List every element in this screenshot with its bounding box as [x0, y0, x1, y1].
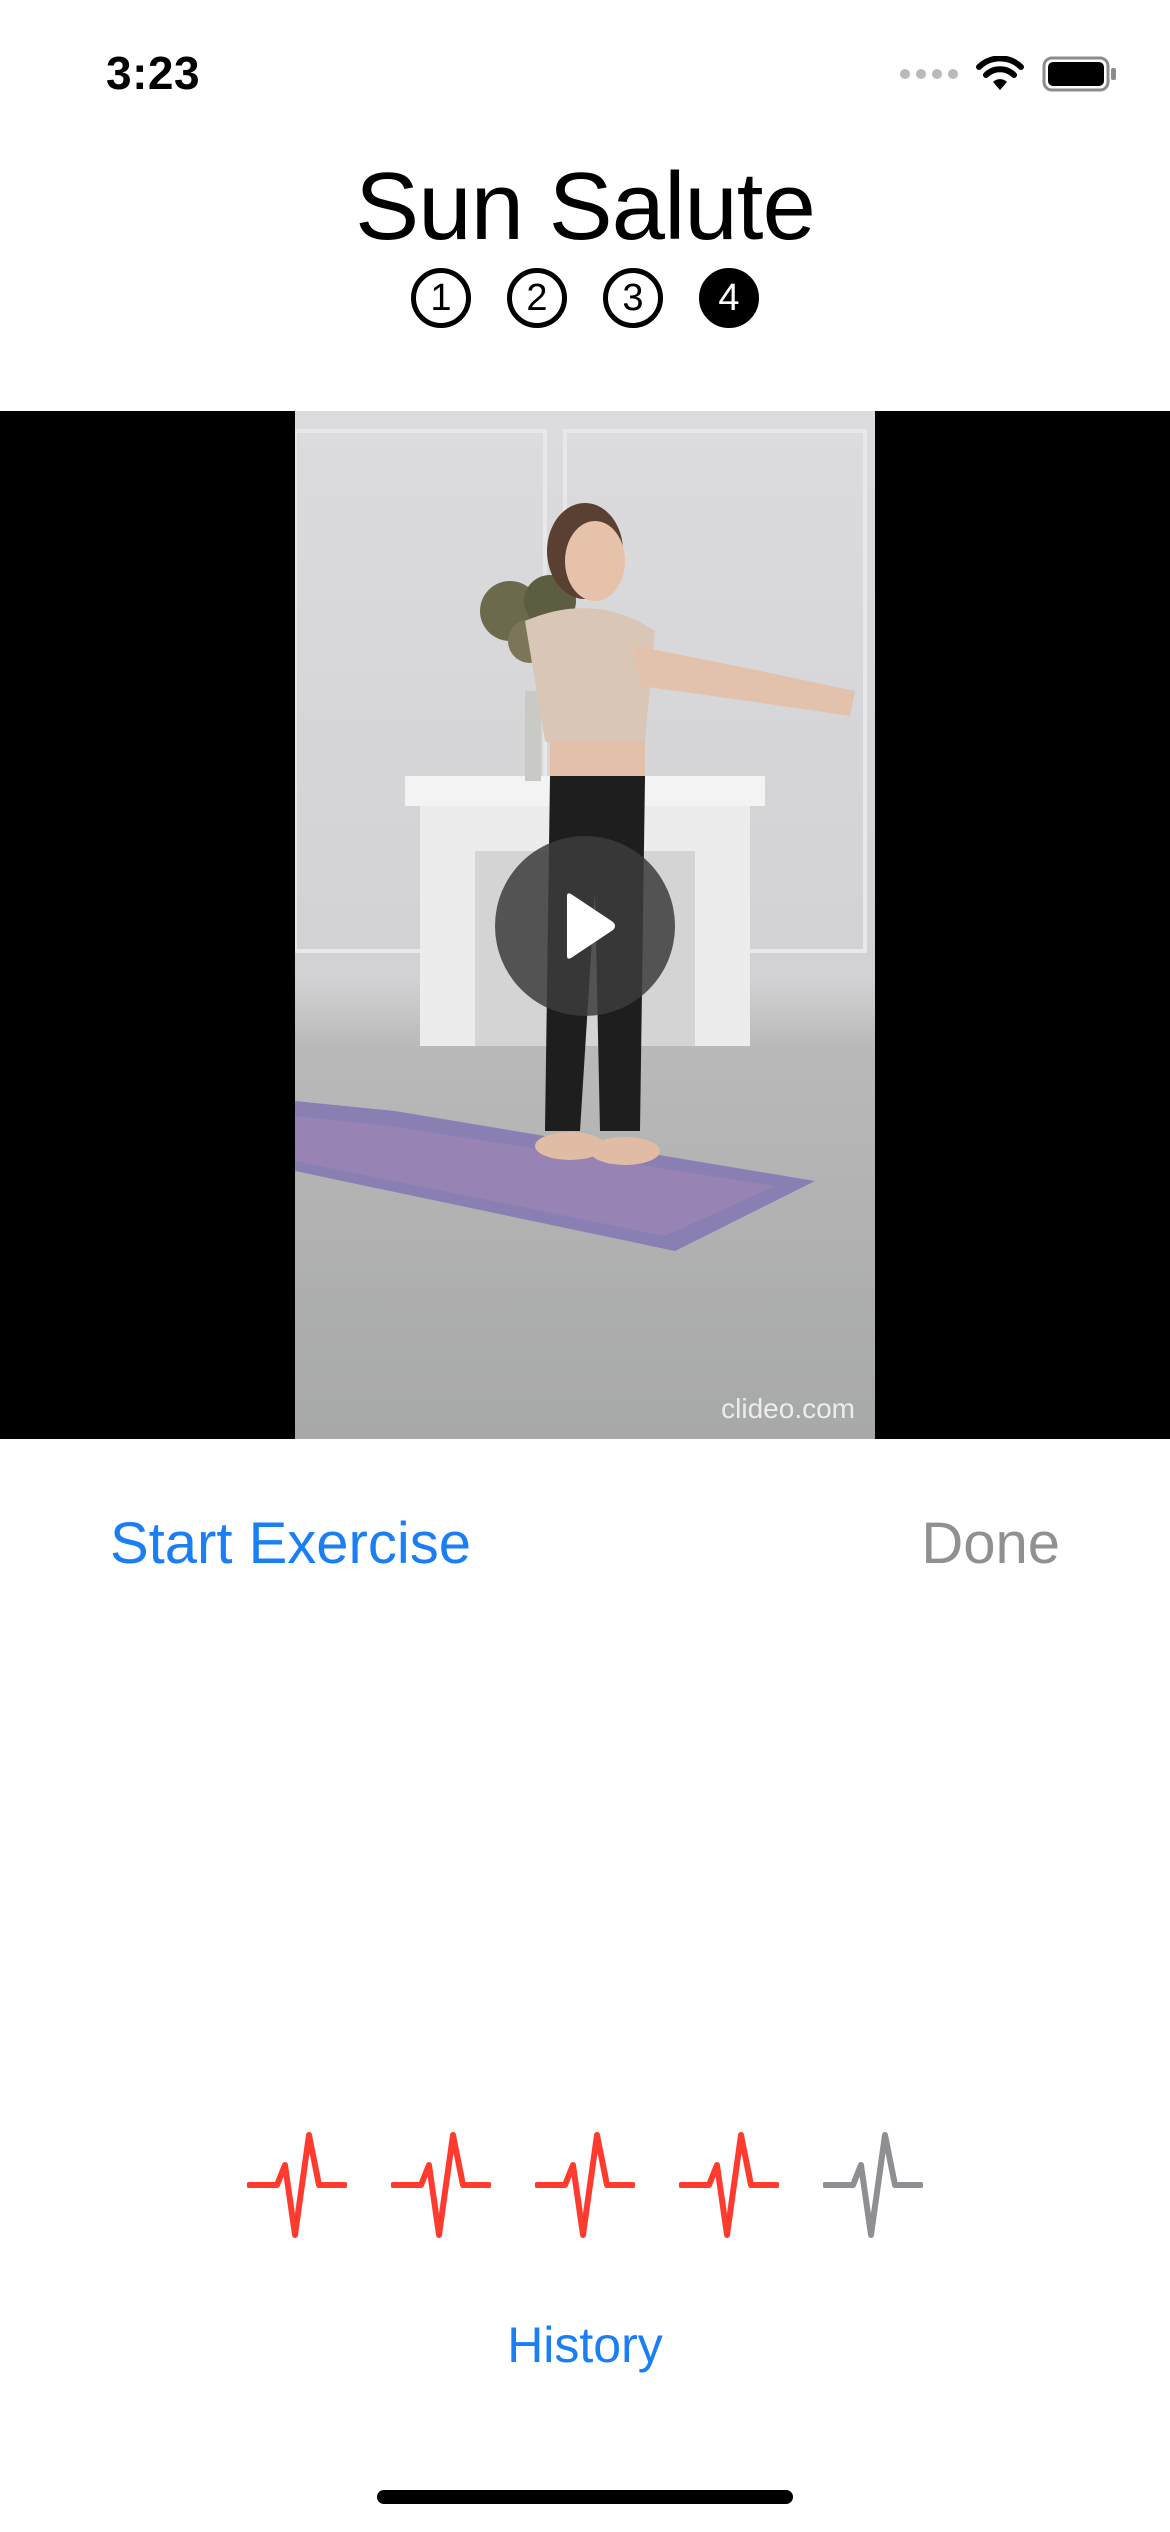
step-4-indicator[interactable]: 4 — [699, 268, 759, 328]
step-2-indicator[interactable]: 2 — [507, 268, 567, 328]
start-exercise-button[interactable]: Start Exercise — [110, 1510, 471, 1577]
rating-control[interactable] — [0, 2130, 1170, 2240]
home-indicator — [377, 2490, 793, 2504]
wifi-icon — [976, 56, 1024, 90]
rating-4-waveform-path-ecg-icon[interactable] — [679, 2130, 779, 2240]
rating-2-waveform-path-ecg-icon[interactable] — [391, 2130, 491, 2240]
cellular-signal-icon — [900, 69, 958, 79]
step-indicator: 1 2 3 4 — [0, 268, 1170, 328]
history-button[interactable]: History — [0, 2316, 1170, 2374]
rating-5-waveform-path-ecg-icon[interactable] — [823, 2130, 923, 2240]
play-icon — [567, 893, 615, 959]
battery-icon — [1042, 56, 1116, 92]
play-button[interactable] — [495, 836, 675, 1016]
video-watermark: clideo.com — [721, 1393, 855, 1424]
rating-1-waveform-path-ecg-icon[interactable] — [247, 2130, 347, 2240]
rating-3-waveform-path-ecg-icon[interactable] — [535, 2130, 635, 2240]
status-time: 3:23 — [106, 47, 201, 99]
done-button[interactable]: Done — [921, 1510, 1060, 1577]
page-title: Sun Salute — [355, 153, 816, 260]
status-bar: 3:23 — [0, 0, 1170, 150]
step-1-indicator[interactable]: 1 — [411, 268, 471, 328]
step-3-indicator[interactable]: 3 — [603, 268, 663, 328]
video-player[interactable]: clideo.com — [0, 411, 1170, 1439]
status-icons — [900, 56, 1118, 92]
